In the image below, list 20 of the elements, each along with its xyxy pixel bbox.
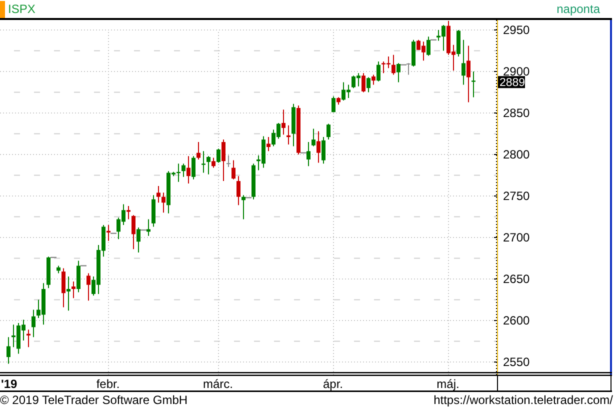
interval-label: naponta <box>556 0 600 18</box>
symbol-marker <box>0 0 5 18</box>
x-axis-label: ápr. <box>323 377 343 391</box>
y-axis-label: 2850 <box>503 106 530 120</box>
y-axis-label: 2650 <box>503 272 530 286</box>
y-axis-label: 2550 <box>503 355 530 370</box>
y-axis-label: 2900 <box>503 64 530 78</box>
copyright-text: © 2019 TeleTrader Software GmbH <box>0 392 188 409</box>
y-axis-label: 2950 <box>503 22 530 37</box>
x-axis-label: febr. <box>96 377 120 391</box>
y-axis-label: 2600 <box>503 314 530 328</box>
x-axis-label: '19 <box>1 377 18 391</box>
y-axis-label: 2700 <box>503 230 530 244</box>
website-url: https://workstation.teletrader.com/ <box>434 392 613 409</box>
x-axis-label: márc. <box>203 377 233 391</box>
y-axis-label: 2800 <box>503 148 530 162</box>
symbol-label: ISPX <box>7 0 36 18</box>
y-axis-label: 2750 <box>503 189 530 203</box>
last-price-tag: 2889 <box>498 76 526 90</box>
x-axis-label: máj. <box>436 377 460 391</box>
